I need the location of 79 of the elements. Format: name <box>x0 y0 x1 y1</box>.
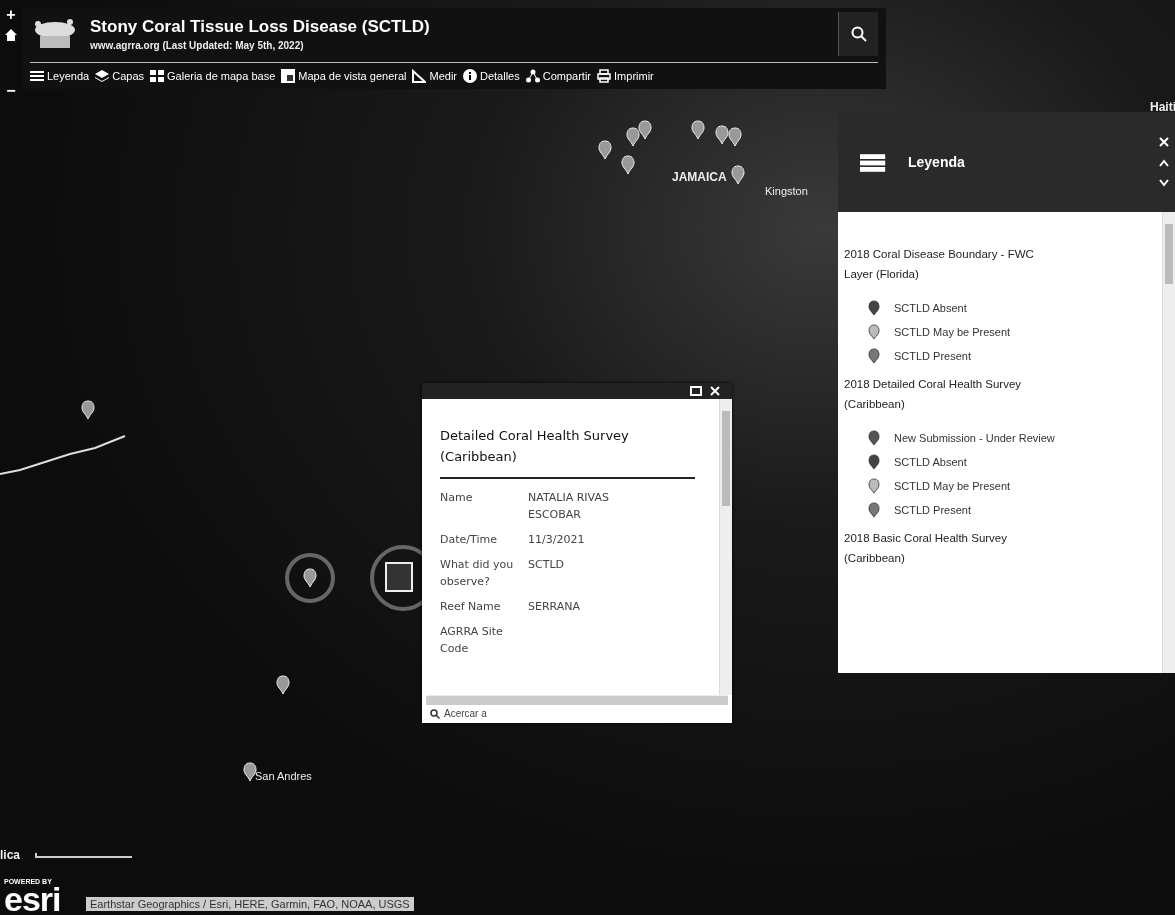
zoom-in-button[interactable]: + <box>6 8 16 22</box>
field-label: Name <box>440 490 474 506</box>
grid-icon <box>150 69 164 83</box>
legend-item-label: SCTLD Present <box>894 350 972 362</box>
toolbar-button[interactable]: Mapa de vista general <box>281 69 407 83</box>
legend-group-title: 2018 Basic Coral Health Survey (Caribbean) <box>844 531 1008 566</box>
legend-item-label: SCTLD Absent <box>894 456 967 468</box>
chevron-down-icon[interactable] <box>1159 179 1169 187</box>
map-attribution: Earthstar Geographics / Esri, HERE, Garmin, FAO, NOAA, USGS <box>86 897 414 911</box>
legend-title: Leyenda <box>908 154 966 170</box>
toolbar-button[interactable]: Medir <box>412 69 457 83</box>
field-value: SCTLD <box>528 557 565 573</box>
toolbar-button[interactable]: Imprimir <box>597 69 654 83</box>
scroll-thumb[interactable] <box>722 411 730 506</box>
legend-item-label: SCTLD Present <box>894 504 972 516</box>
selection-marker <box>385 562 413 592</box>
horizontal-scrollbar[interactable] <box>426 695 728 705</box>
search-icon <box>850 26 867 42</box>
zoom-icon <box>430 708 440 719</box>
map-pin-icon[interactable] <box>276 675 290 695</box>
maximize-icon[interactable] <box>690 386 702 396</box>
toolbar-button[interactable]: Leyenda <box>30 69 90 83</box>
field-value: 11/3/2021 <box>528 532 586 548</box>
field-value: NATALIA RIVAS ESCOBAR <box>528 490 610 523</box>
close-icon[interactable] <box>1159 137 1169 147</box>
toolbar-button[interactable]: Capas <box>95 69 144 83</box>
legend-item-label: SCTLD May be Present <box>894 326 1011 338</box>
app-title: Stony Coral Tissue Loss Disease (SCTLD) <box>90 17 431 37</box>
map-label: Kingston <box>765 185 808 197</box>
toolbar-button[interactable]: Detalles <box>463 69 520 83</box>
map-pin-icon[interactable] <box>303 568 317 588</box>
legend-item-label: SCTLD Absent <box>894 302 967 314</box>
vertical-scrollbar[interactable] <box>719 399 732 695</box>
map-pin-icon[interactable] <box>731 165 745 185</box>
app-subtitle: www.agrra.org (Last Updated: May 5th, 2022) <box>90 40 305 51</box>
esri-logo: esri <box>4 885 61 913</box>
selection-ring <box>285 553 335 603</box>
map-pin-icon[interactable] <box>638 120 652 140</box>
map-label: Haiti <box>1150 100 1175 114</box>
map-label: JAMAICA <box>672 170 727 184</box>
map-pin-icon[interactable] <box>626 127 640 147</box>
scroll-thumb[interactable] <box>1165 224 1173 284</box>
list-icon <box>860 151 886 173</box>
field-label: Reef Name <box>440 599 502 615</box>
printer-icon <box>597 69 612 83</box>
map-pin-icon[interactable] <box>243 762 257 782</box>
home-icon[interactable] <box>4 28 18 42</box>
field-label: AGRRA Site Code <box>440 624 504 657</box>
map-pin-icon[interactable] <box>81 400 95 420</box>
legend-group-title: 2018 Coral Disease Boundary - FWC Layer (Florida) <box>844 247 1035 282</box>
toolbar-button[interactable]: Galeria de mapa base <box>150 69 276 83</box>
info-icon <box>463 69 477 83</box>
map-pin-icon[interactable] <box>715 125 729 145</box>
satellite-map[interactable] <box>0 0 1175 915</box>
map-label: San Andres <box>255 770 312 782</box>
overview-map-icon <box>281 69 296 83</box>
toolbar-button[interactable]: Compartir <box>525 69 592 83</box>
ruler-triangle-icon <box>412 69 427 83</box>
search-button[interactable] <box>838 12 878 56</box>
list-icon <box>30 69 44 83</box>
popup-title: Detailed Coral Health Survey (Caribbean) <box>440 425 695 479</box>
map-label: lica <box>0 848 20 862</box>
zoom-out-button[interactable]: − <box>6 84 16 98</box>
legend-item-label: SCTLD May be Present <box>894 480 1011 492</box>
share-icon <box>525 69 540 83</box>
field-label: What did you observe? <box>440 557 515 590</box>
legend-group-title: 2018 Detailed Coral Health Survey (Caribbean) <box>844 377 1023 412</box>
zoom-to-link[interactable]: Acercar a <box>422 705 495 723</box>
layers-icon <box>95 69 110 83</box>
map-pin-icon[interactable] <box>691 120 705 140</box>
map-pin-icon[interactable] <box>598 140 612 160</box>
map-pin-icon[interactable] <box>728 127 742 147</box>
legend-item-label: New Submission - Under Review <box>894 432 1055 444</box>
map-pin-icon[interactable] <box>621 155 635 175</box>
field-value: SERRANA <box>528 599 582 615</box>
chevron-up-icon[interactable] <box>1159 159 1169 167</box>
close-icon[interactable] <box>710 386 720 396</box>
field-label: Date/Time <box>440 532 498 548</box>
vertical-scrollbar[interactable] <box>1162 212 1175 673</box>
